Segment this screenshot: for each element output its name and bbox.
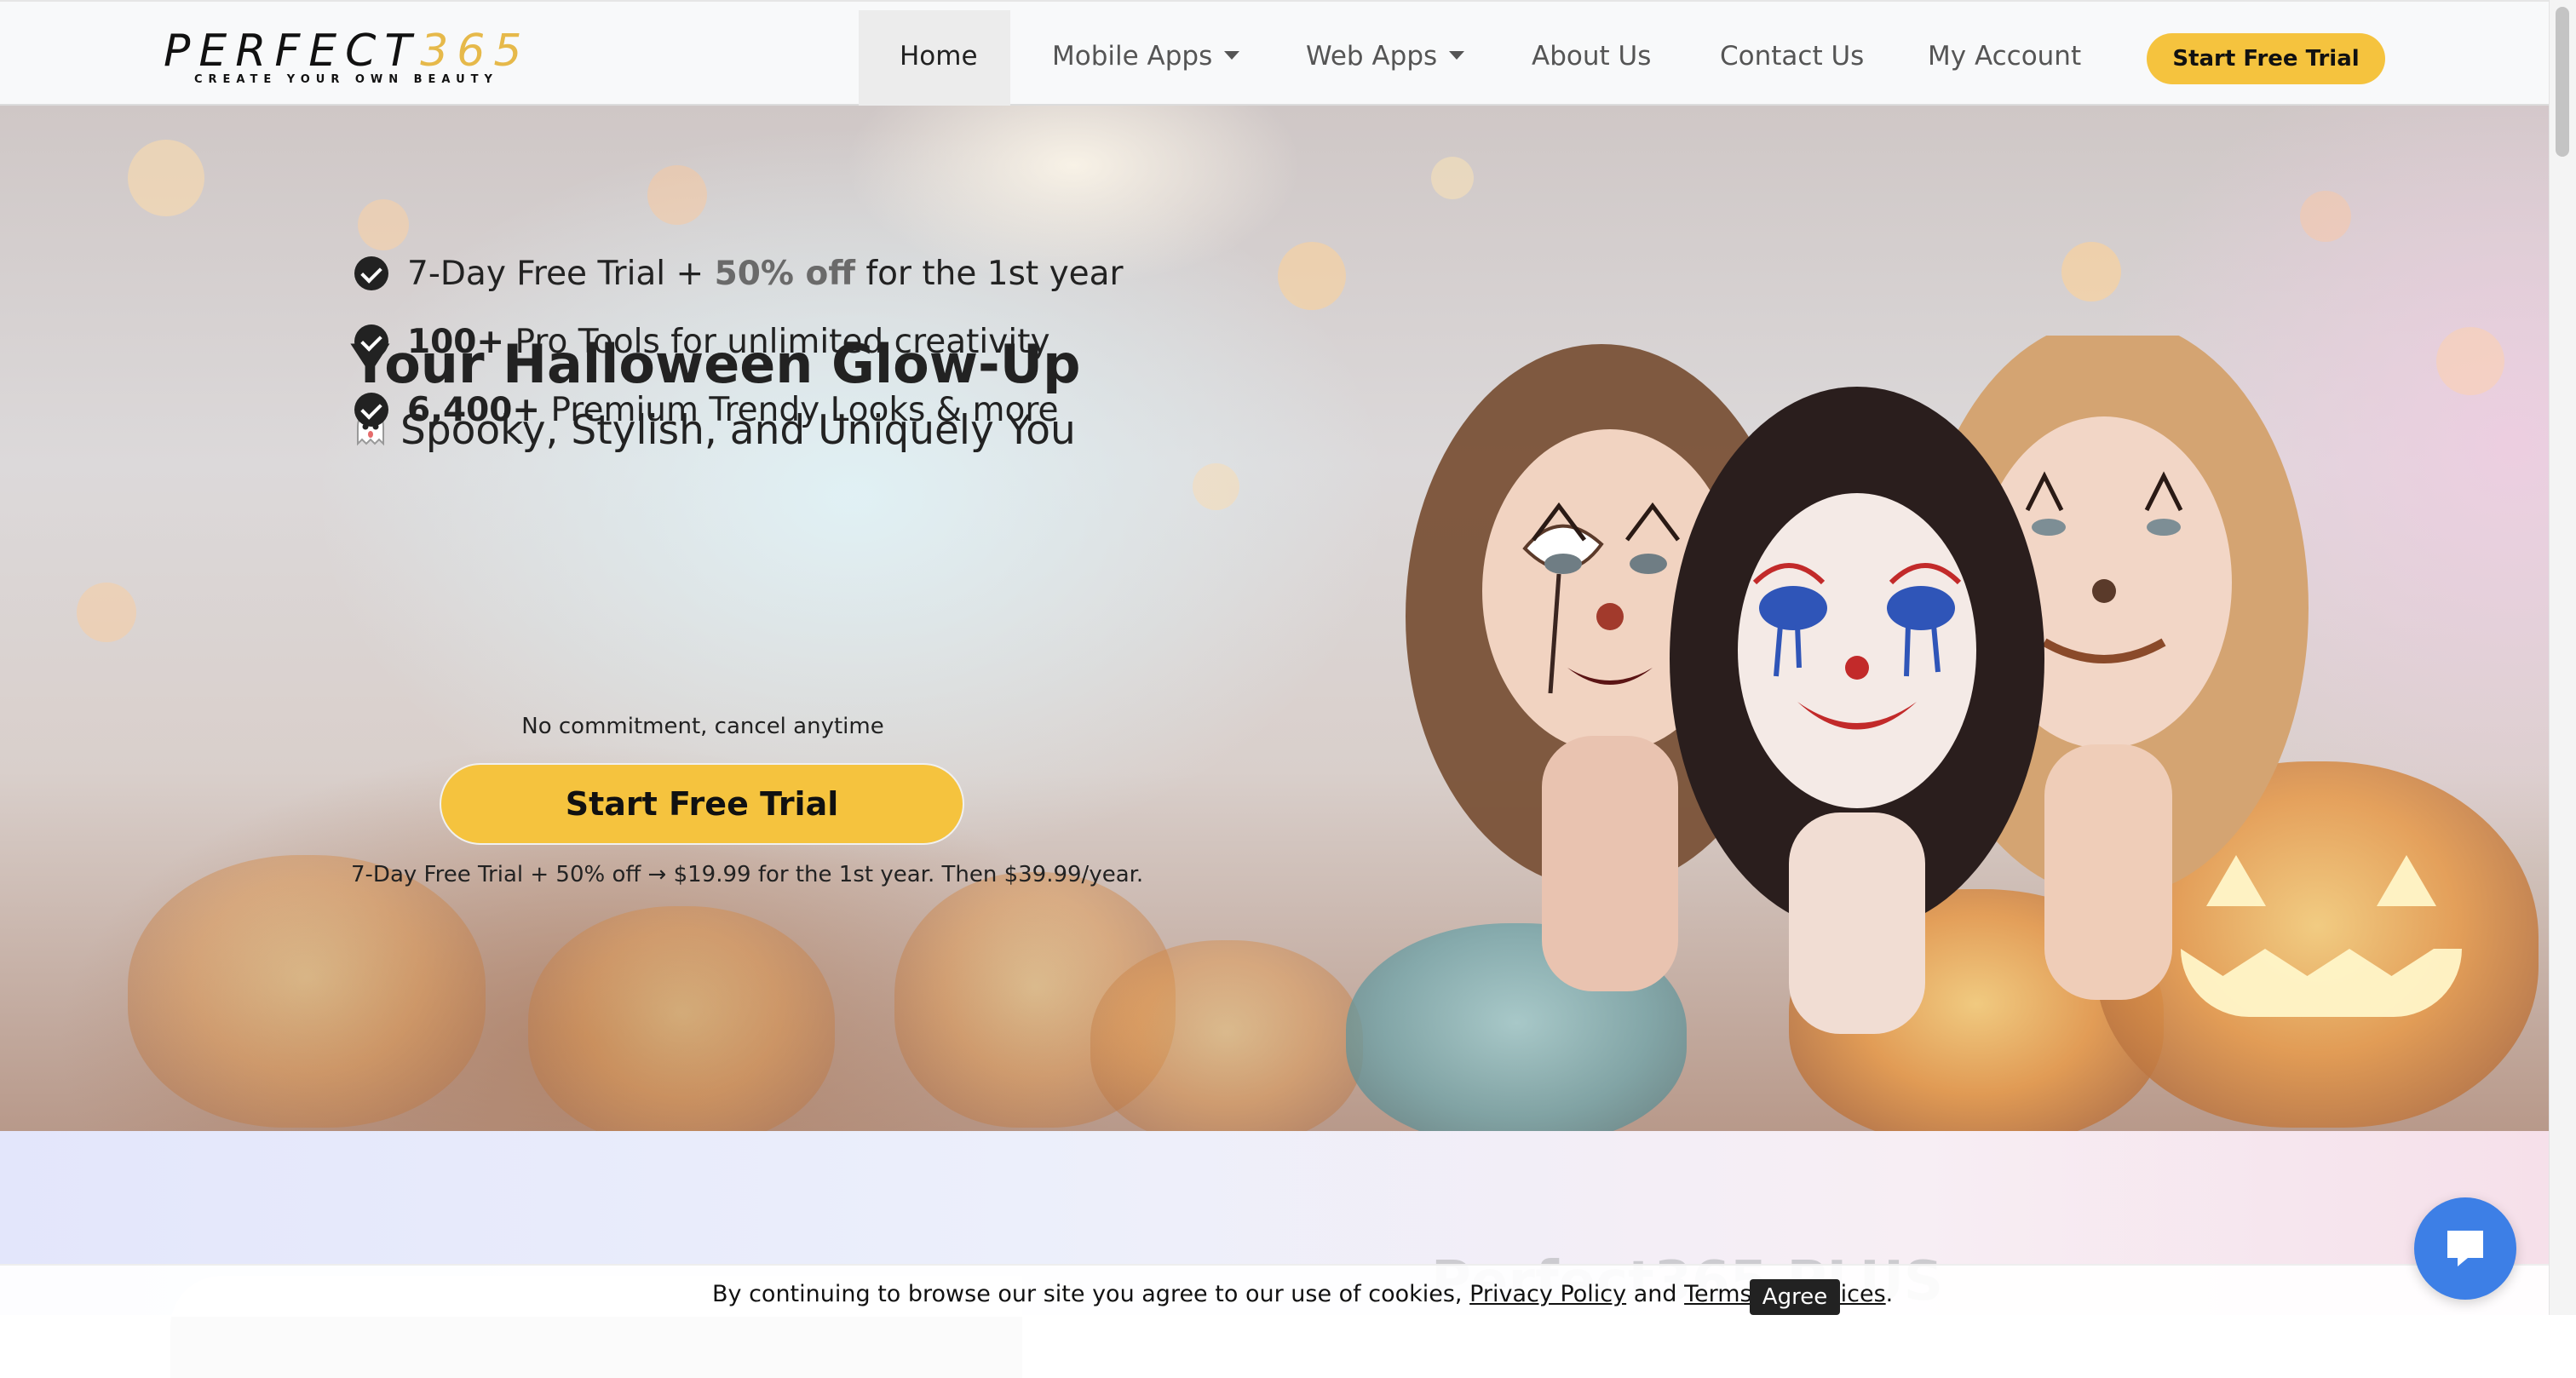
pumpkin-decoration — [1090, 940, 1363, 1131]
nav-my-account[interactable]: My Account — [1928, 39, 2081, 73]
bokeh-light — [358, 199, 409, 250]
pricing-fine-print: 7-Day Free Trial + 50% off → $19.99 for … — [351, 862, 1144, 887]
halloween-models-illustration — [1406, 336, 2309, 1034]
bokeh-light — [2300, 191, 2351, 242]
bokeh-light — [77, 583, 136, 642]
bokeh-light — [1278, 242, 1346, 310]
bokeh-light — [2436, 327, 2504, 395]
nav-about-us[interactable]: About Us — [1532, 39, 1651, 73]
hero-start-trial-button[interactable]: Start Free Trial — [440, 763, 964, 845]
bokeh-light — [128, 140, 204, 216]
hero-bullet-trial: 7-Day Free Trial + 50% off for the 1st y… — [354, 252, 1124, 296]
nav-contact-us[interactable]: Contact Us — [1720, 39, 1864, 73]
nav-home[interactable]: Home — [900, 39, 978, 73]
cookie-agree-button[interactable]: Agree — [1750, 1279, 1840, 1315]
no-commitment-note: No commitment, cancel anytime — [521, 714, 884, 739]
pumpkin-decoration — [528, 906, 835, 1131]
hero-bullet-tools: 100+ Pro Tools for unlimited creativity — [354, 320, 1050, 365]
bokeh-light — [1193, 463, 1239, 510]
logo-tagline: CREATE YOUR OWN BEAUTY — [194, 73, 498, 86]
pumpkin-decoration — [128, 855, 486, 1128]
chevron-down-icon — [1224, 50, 1240, 60]
header-start-trial-button[interactable]: Start Free Trial — [2147, 33, 2385, 84]
chevron-down-icon — [1449, 50, 1465, 60]
top-navbar: PERFECT365 CREATE YOUR OWN BEAUTY Home M… — [0, 0, 2549, 106]
bokeh-light — [2061, 242, 2121, 301]
scrollbar-thumb[interactable] — [2556, 7, 2569, 157]
check-circle-icon — [354, 256, 388, 290]
logo-word: PERFECT365 — [164, 26, 531, 77]
chat-widget-button[interactable] — [2414, 1197, 2516, 1300]
hero-bullet-looks: 6,400+ Premium Trendy Looks & more — [354, 388, 1059, 433]
hero-banner: Your Halloween Glow-Up Spooky, Stylish, … — [0, 106, 2549, 1131]
nav-web-apps[interactable]: Web Apps — [1306, 39, 1465, 73]
logo[interactable]: PERFECT365 CREATE YOUR OWN BEAUTY — [164, 26, 521, 94]
check-circle-icon — [354, 393, 388, 427]
nav-mobile-apps[interactable]: Mobile Apps — [1052, 39, 1240, 73]
page-scrollbar[interactable] — [2549, 0, 2576, 1315]
check-circle-icon — [354, 324, 388, 359]
chat-icon — [2447, 1231, 2483, 1266]
privacy-policy-link[interactable]: Privacy Policy — [1469, 1281, 1626, 1307]
bokeh-light — [647, 165, 707, 225]
cookie-text: By continuing to browse our site you agr… — [712, 1281, 1894, 1307]
bokeh-light — [1431, 157, 1474, 199]
